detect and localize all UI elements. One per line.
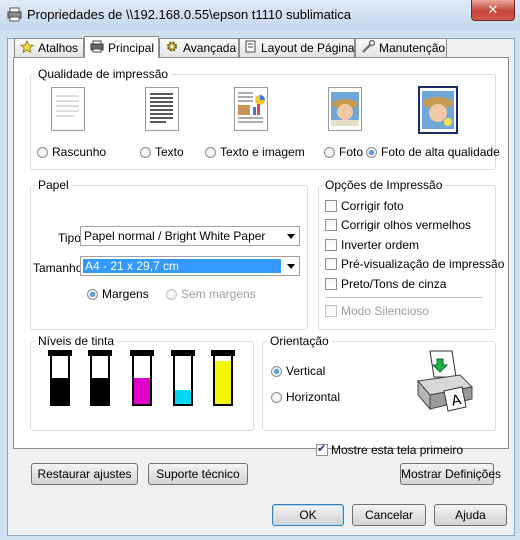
ink-cartridge-cap [171, 350, 195, 356]
page-layout-icon [245, 40, 257, 56]
radio-foto-alta-qualidade[interactable] [366, 147, 377, 158]
ink-cartridge [88, 350, 112, 406]
paper-group-label: Papel [35, 178, 72, 192]
modo-silencioso-label: Modo Silencioso [341, 304, 430, 318]
radio-vertical[interactable] [271, 366, 282, 377]
close-icon: ✕ [487, 2, 499, 17]
ink-cartridge-cap [48, 350, 72, 356]
paper-type-select[interactable]: Papel normal / Bright White Paper [80, 226, 300, 246]
ink-level-fill [92, 377, 108, 404]
wrench-icon [361, 39, 376, 56]
ink-levels-group-label: Níveis de tinta [35, 334, 118, 348]
tab-label: Layout de Página [261, 41, 355, 55]
texto-label: Texto [155, 145, 184, 159]
ink-cartridge-cap [88, 350, 112, 356]
help-button[interactable]: Ajuda [434, 504, 507, 526]
tab-label: Manutenção [379, 41, 446, 55]
ink-cartridge [130, 350, 154, 406]
foto-alta-qualidade-label: Foto de alta qualidade [381, 145, 500, 159]
foto-label: Foto [339, 145, 364, 159]
corrigir-olhos-label: Corrigir olhos vermelhos [341, 218, 472, 232]
paper-size-label: Tamanho [33, 261, 83, 275]
window-title: Propriedades de \\192.168.0.55\epson t11… [27, 7, 352, 22]
mostre-tela-primeiro-label: Mostre esta tela primeiro [331, 443, 464, 457]
tab-avancada[interactable]: Avançada [159, 38, 239, 57]
checkbox-corrigir-foto[interactable] [325, 200, 337, 212]
printer-orientation-icon: A [410, 347, 476, 418]
print-options-group-label: Opções de Impressão [322, 178, 446, 192]
tab-atalhos[interactable]: Atalhos [14, 38, 84, 57]
corrigir-foto-label: Corrigir foto [341, 199, 404, 213]
tab-layout-de-pagina[interactable]: Layout de Página [239, 38, 355, 57]
paper-type-label: Tipo [58, 231, 81, 245]
chevron-down-icon [287, 234, 295, 239]
checkbox-inverter-ordem[interactable] [325, 239, 337, 251]
vertical-label: Vertical [286, 364, 326, 378]
checkbox-preto-tons-cinza[interactable] [325, 278, 337, 290]
gear-icon [165, 40, 179, 56]
ink-cartridge-cap [130, 350, 154, 356]
radio-horizontal[interactable] [271, 392, 282, 403]
checkbox-corrigir-olhos[interactable] [325, 219, 337, 231]
photo-preview-icon [328, 87, 362, 131]
tab-manutencao[interactable]: Manutenção [355, 38, 447, 57]
technical-support-button[interactable]: Suporte técnico [148, 463, 248, 485]
divider [325, 297, 483, 298]
inverter-ordem-label: Inverter ordem [341, 238, 420, 252]
tab-label: Principal [108, 40, 155, 55]
high-quality-photo-preview-icon [418, 86, 458, 134]
rascunho-label: Rascunho [52, 145, 107, 159]
show-settings-button[interactable]: Mostrar Definições [400, 463, 501, 485]
horizontal-label: Horizontal [286, 390, 341, 404]
ink-cartridge [211, 350, 235, 406]
sem-margens-label: Sem margens [181, 287, 256, 301]
checkbox-modo-silencioso[interactable] [325, 305, 337, 317]
text-image-preview-icon [234, 87, 268, 131]
ink-cartridge-cap [211, 350, 235, 356]
chevron-down-icon [287, 264, 295, 269]
radio-margens[interactable] [87, 289, 98, 300]
ink-cartridge [48, 350, 72, 406]
close-button[interactable]: ✕ [471, 0, 515, 21]
star-icon [19, 40, 35, 56]
paper-size-value: A4 - 21 x 29,7 cm [83, 259, 281, 273]
ok-button[interactable]: OK [272, 504, 344, 526]
ink-level-fill [52, 377, 68, 404]
radio-rascunho[interactable] [37, 147, 48, 158]
tab-principal[interactable]: Principal [84, 36, 159, 58]
quality-group-label: Qualidade de impressão [35, 67, 172, 81]
checkbox-mostre-tela-primeiro[interactable] [316, 442, 328, 456]
radio-texto[interactable] [140, 147, 151, 158]
preto-tons-cinza-label: Preto/Tons de cinza [341, 277, 447, 291]
radio-sem-margens[interactable] [166, 289, 177, 300]
printer-icon [90, 40, 104, 56]
ink-cartridge [171, 350, 195, 406]
draft-preview-icon [51, 87, 85, 131]
paper-type-value: Papel normal / Bright White Paper [84, 229, 266, 243]
cancel-button[interactable]: Cancelar [352, 504, 426, 526]
ink-level-fill [175, 389, 191, 404]
orientation-group-label: Orientação [267, 334, 332, 348]
printer-icon [7, 7, 22, 25]
checkbox-pre-visualizacao[interactable] [325, 258, 337, 270]
radio-foto[interactable] [324, 147, 335, 158]
ink-level-fill [134, 377, 150, 404]
tab-label: Atalhos [38, 41, 79, 55]
margens-label: Margens [102, 287, 149, 301]
tab-label: Avançada [183, 41, 237, 55]
ink-level-fill [215, 360, 231, 404]
text-preview-icon [145, 87, 179, 131]
paper-size-select[interactable]: A4 - 21 x 29,7 cm [80, 256, 300, 276]
restore-defaults-button[interactable]: Restaurar ajustes [31, 463, 138, 485]
radio-texto-e-imagem[interactable] [205, 147, 216, 158]
texto-e-imagem-label: Texto e imagem [220, 145, 305, 159]
pre-visualizacao-label: Pré-visualização de impressão [341, 257, 505, 271]
